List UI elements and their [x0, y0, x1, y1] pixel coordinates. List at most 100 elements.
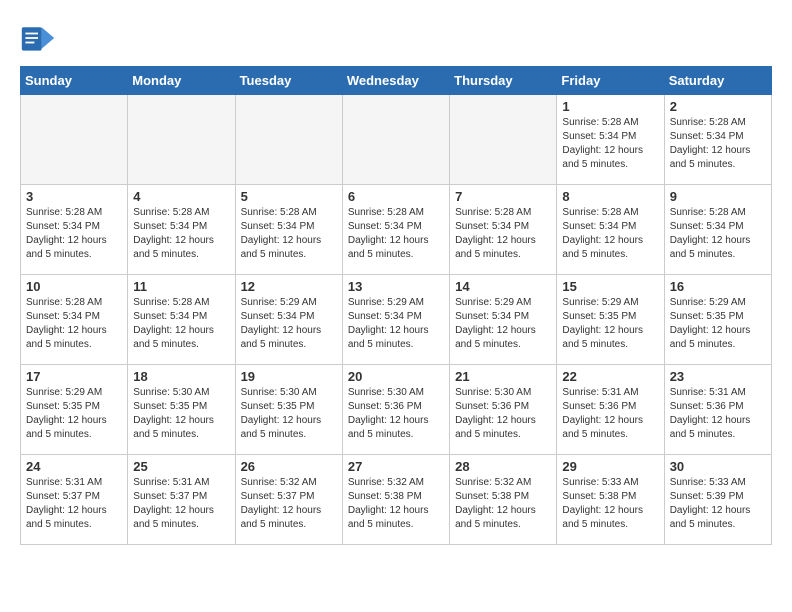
weekday-header-tuesday: Tuesday — [235, 67, 342, 95]
day-cell-24: 24Sunrise: 5:31 AMSunset: 5:37 PMDayligh… — [21, 455, 128, 545]
day-cell-10: 10 Sunrise: 5:28 AMSunset: 5:34 PMDayligh… — [21, 275, 128, 365]
day-info: Sunrise: 5:29 AMSunset: 5:35 PMDaylight:… — [670, 296, 766, 352]
calendar-row-3: 17 Sunrise: 5:29 AMSunset: 5:35 PMDayligh… — [21, 365, 772, 455]
day-info: Sunrise: 5:30 AMSunset: 5:35 PMDaylight:… — [133, 386, 229, 442]
empty-cell — [235, 95, 342, 185]
day-info: Sunrise: 5:28 AMSunset: 5:34 PMDaylight:… — [133, 206, 229, 262]
empty-cell — [21, 95, 128, 185]
day-info: Sunrise: 5:28 AMSunset: 5:34 PMDaylight:… — [562, 116, 658, 172]
day-info: Sunrise: 5:29 AMSunset: 5:35 PMDaylight:… — [562, 296, 658, 352]
day-number: 20 — [348, 369, 444, 384]
day-cell-11: 11 Sunrise: 5:28 AMSunset: 5:34 PMDayligh… — [128, 275, 235, 365]
day-number: 17 — [26, 369, 122, 384]
day-number: 15 — [562, 279, 658, 294]
day-cell-9: 9 Sunrise: 5:28 AMSunset: 5:34 PMDaylight… — [664, 185, 771, 275]
calendar-row-4: 24 Sunrise: 5:31 AMSunset: 5:37 PMDayligh… — [21, 455, 772, 545]
calendar-row-1: 3 Sunrise: 5:28 AMSunset: 5:34 PMDaylight… — [21, 185, 772, 275]
day-number: 2 — [670, 99, 766, 114]
day-info: Sunrise: 5:28 AMSunset: 5:34 PMDaylight:… — [133, 296, 229, 352]
day-cell-19: 19 Sunrise: 5:30 AMSunset: 5:35 PMDayligh… — [235, 365, 342, 455]
day-cell-15: 15 Sunrise: 5:29 AMSunset: 5:35 PMDayligh… — [557, 275, 664, 365]
empty-cell — [450, 95, 557, 185]
day-number: 12 — [241, 279, 337, 294]
calendar-table: SundayMondayTuesdayWednesdayThursdayFrid… — [20, 66, 772, 545]
day-number: 30 — [670, 459, 766, 474]
day-cell-18: 18 Sunrise: 5:30 AMSunset: 5:35 PMDayligh… — [128, 365, 235, 455]
day-info: Sunrise: 5:29 AMSunset: 5:34 PMDaylight:… — [455, 296, 551, 352]
day-number: 11 — [133, 279, 229, 294]
calendar-row-0: 1 Sunrise: 5:28 AMSunset: 5:34 PMDaylight… — [21, 95, 772, 185]
day-info: Sunrise: 5:32 AMSunset: 5:37 PMDaylight:… — [241, 476, 337, 532]
day-number: 23 — [670, 369, 766, 384]
day-info: Sunrise: 5:33 AMSunset: 5:39 PMDaylight:… — [670, 476, 766, 532]
day-cell-26: 26 Sunrise: 5:32 AMSunset: 5:37 PMDayligh… — [235, 455, 342, 545]
weekday-header-thursday: Thursday — [450, 67, 557, 95]
day-cell-23: 23 Sunrise: 5:31 AMSunset: 5:36 PMDayligh… — [664, 365, 771, 455]
day-cell-28: 28Sunrise: 5:32 AMSunset: 5:38 PMDayligh… — [450, 455, 557, 545]
day-info: Sunrise: 5:30 AMSunset: 5:35 PMDaylight:… — [241, 386, 337, 442]
weekday-header-row: SundayMondayTuesdayWednesdayThursdayFrid… — [21, 67, 772, 95]
day-number: 25 — [133, 459, 229, 474]
day-number: 9 — [670, 189, 766, 204]
day-info: Sunrise: 5:31 AMSunset: 5:36 PMDaylight:… — [670, 386, 766, 442]
day-number: 10 — [26, 279, 122, 294]
weekday-header-monday: Monday — [128, 67, 235, 95]
day-cell-6: 6Sunrise: 5:28 AMSunset: 5:34 PMDaylight… — [342, 185, 449, 275]
day-number: 18 — [133, 369, 229, 384]
day-number: 24 — [26, 459, 122, 474]
day-info: Sunrise: 5:33 AMSunset: 5:38 PMDaylight:… — [562, 476, 658, 532]
day-cell-7: 7 Sunrise: 5:28 AMSunset: 5:34 PMDaylight… — [450, 185, 557, 275]
day-info: Sunrise: 5:30 AMSunset: 5:36 PMDaylight:… — [348, 386, 444, 442]
day-info: Sunrise: 5:28 AMSunset: 5:34 PMDaylight:… — [562, 206, 658, 262]
weekday-header-saturday: Saturday — [664, 67, 771, 95]
day-number: 6 — [348, 189, 444, 204]
weekday-header-sunday: Sunday — [21, 67, 128, 95]
day-info: Sunrise: 5:28 AMSunset: 5:34 PMDaylight:… — [670, 206, 766, 262]
day-number: 19 — [241, 369, 337, 384]
day-cell-1: 1 Sunrise: 5:28 AMSunset: 5:34 PMDaylight… — [557, 95, 664, 185]
day-cell-2: 2 Sunrise: 5:28 AMSunset: 5:34 PMDaylight… — [664, 95, 771, 185]
day-cell-21: 21 Sunrise: 5:30 AMSunset: 5:36 PMDayligh… — [450, 365, 557, 455]
day-info: Sunrise: 5:28 AMSunset: 5:34 PMDaylight:… — [455, 206, 551, 262]
day-cell-16: 16 Sunrise: 5:29 AMSunset: 5:35 PMDayligh… — [664, 275, 771, 365]
page-header — [20, 20, 772, 56]
day-number: 27 — [348, 459, 444, 474]
day-number: 29 — [562, 459, 658, 474]
day-number: 7 — [455, 189, 551, 204]
day-cell-13: 13Sunrise: 5:29 AMSunset: 5:34 PMDayligh… — [342, 275, 449, 365]
day-cell-3: 3 Sunrise: 5:28 AMSunset: 5:34 PMDaylight… — [21, 185, 128, 275]
day-number: 21 — [455, 369, 551, 384]
day-cell-20: 20 Sunrise: 5:30 AMSunset: 5:36 PMDayligh… — [342, 365, 449, 455]
day-number: 5 — [241, 189, 337, 204]
logo — [20, 20, 62, 56]
day-number: 28 — [455, 459, 551, 474]
day-number: 1 — [562, 99, 658, 114]
day-info: Sunrise: 5:30 AMSunset: 5:36 PMDaylight:… — [455, 386, 551, 442]
day-cell-14: 14Sunrise: 5:29 AMSunset: 5:34 PMDayligh… — [450, 275, 557, 365]
weekday-header-wednesday: Wednesday — [342, 67, 449, 95]
day-number: 13 — [348, 279, 444, 294]
empty-cell — [342, 95, 449, 185]
day-number: 3 — [26, 189, 122, 204]
day-info: Sunrise: 5:31 AMSunset: 5:36 PMDaylight:… — [562, 386, 658, 442]
day-info: Sunrise: 5:29 AMSunset: 5:34 PMDaylight:… — [241, 296, 337, 352]
day-info: Sunrise: 5:28 AMSunset: 5:34 PMDaylight:… — [26, 206, 122, 262]
day-info: Sunrise: 5:28 AMSunset: 5:34 PMDaylight:… — [670, 116, 766, 172]
day-number: 26 — [241, 459, 337, 474]
day-info: Sunrise: 5:29 AMSunset: 5:35 PMDaylight:… — [26, 386, 122, 442]
day-info: Sunrise: 5:31 AMSunset: 5:37 PMDaylight:… — [133, 476, 229, 532]
day-cell-17: 17 Sunrise: 5:29 AMSunset: 5:35 PMDayligh… — [21, 365, 128, 455]
day-cell-27: 27 Sunrise: 5:32 AMSunset: 5:38 PMDayligh… — [342, 455, 449, 545]
day-cell-25: 25 Sunrise: 5:31 AMSunset: 5:37 PMDayligh… — [128, 455, 235, 545]
day-cell-29: 29 Sunrise: 5:33 AMSunset: 5:38 PMDayligh… — [557, 455, 664, 545]
day-number: 22 — [562, 369, 658, 384]
day-number: 8 — [562, 189, 658, 204]
day-cell-12: 12 Sunrise: 5:29 AMSunset: 5:34 PMDayligh… — [235, 275, 342, 365]
empty-cell — [128, 95, 235, 185]
day-number: 16 — [670, 279, 766, 294]
logo-icon — [20, 20, 56, 56]
day-cell-4: 4Sunrise: 5:28 AMSunset: 5:34 PMDaylight… — [128, 185, 235, 275]
day-info: Sunrise: 5:32 AMSunset: 5:38 PMDaylight:… — [348, 476, 444, 532]
day-info: Sunrise: 5:28 AMSunset: 5:34 PMDaylight:… — [26, 296, 122, 352]
day-info: Sunrise: 5:28 AMSunset: 5:34 PMDaylight:… — [241, 206, 337, 262]
